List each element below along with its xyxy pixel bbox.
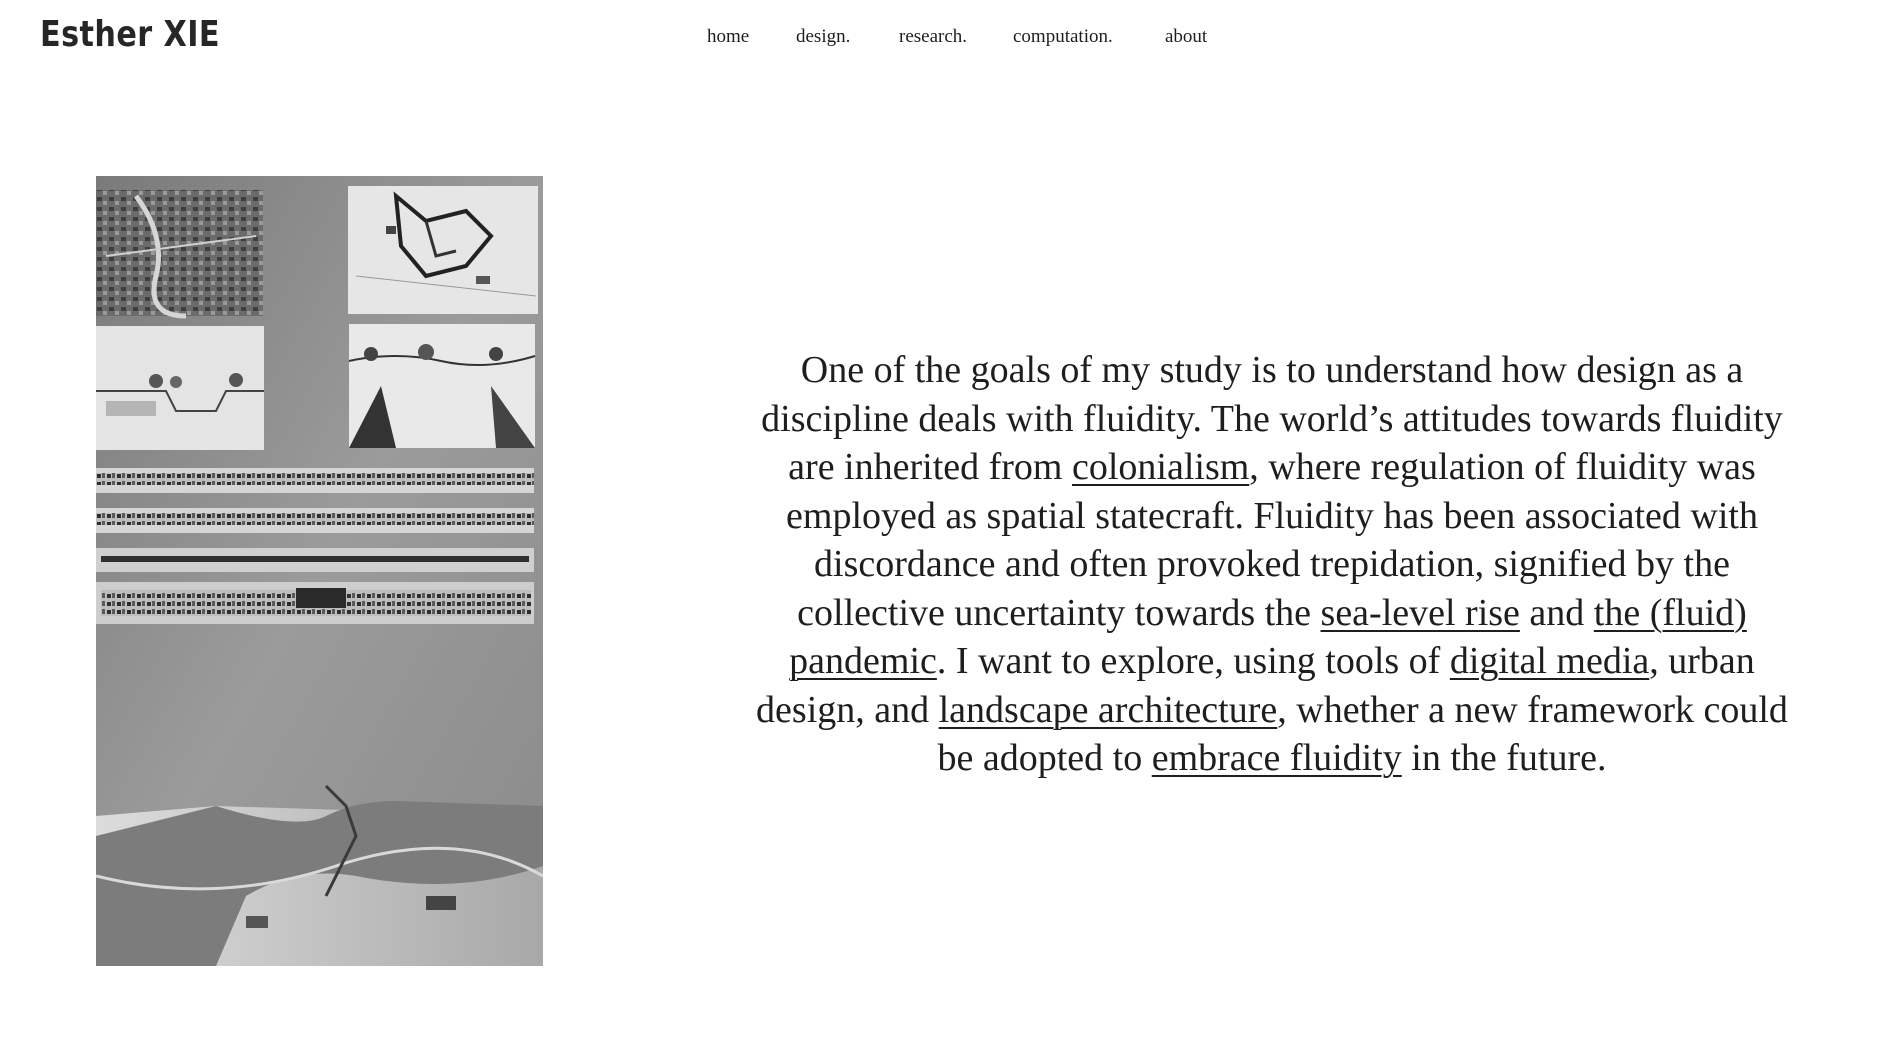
site-title[interactable]: Esther XIE [40,14,220,55]
statement-text-7: in the future. [1401,737,1607,779]
digital-media-link[interactable]: digital media [1450,640,1649,682]
nav-about-link[interactable]: about [1165,26,1207,48]
nav-research-link[interactable]: research. [899,26,967,48]
nav-design-link[interactable]: design. [796,26,850,48]
nav-computation-link[interactable]: computation. [1013,26,1113,48]
research-statement: One of the goals of my study is to under… [742,346,1802,783]
sea-level-rise-link[interactable]: sea-level rise [1321,592,1520,634]
main-nav: home design. research. computation. abou… [0,26,1898,52]
landscape-architecture-link[interactable]: landscape architecture [939,689,1278,731]
project-exhibition-photo [96,176,543,966]
embrace-fluidity-link[interactable]: embrace fluidity [1152,737,1402,779]
statement-text-3: and [1519,591,1594,634]
colonialism-link[interactable]: colonialism [1072,446,1249,488]
statement-text-4: . I want to explore, using tools of [936,640,1450,682]
nav-home-link[interactable]: home [707,26,749,48]
